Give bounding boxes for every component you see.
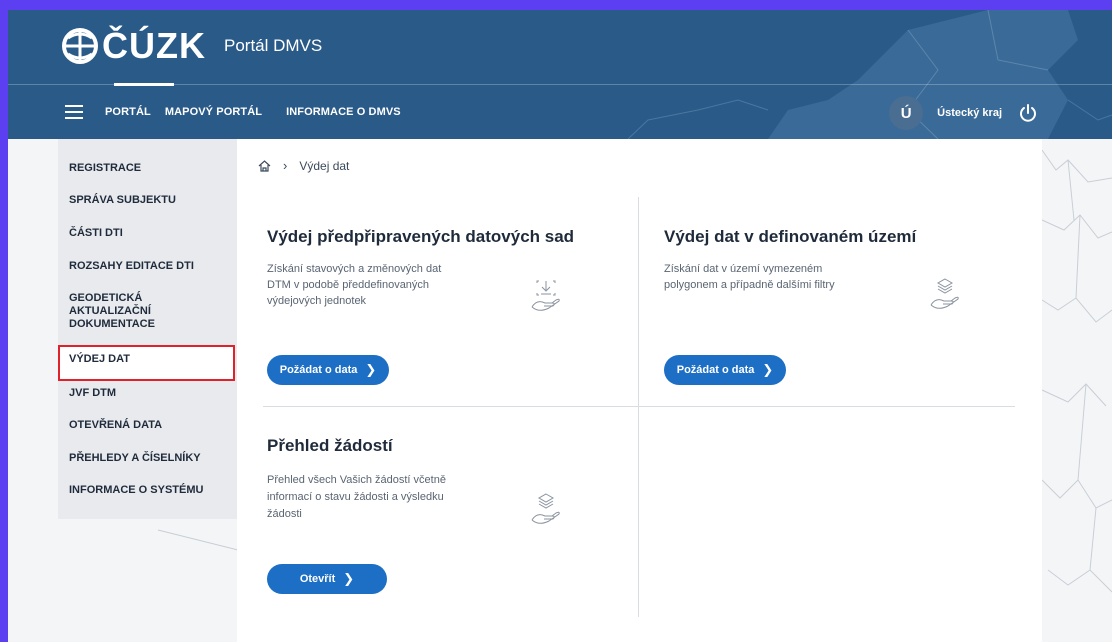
layers-hand-icon	[531, 493, 560, 524]
active-tab-indicator	[114, 83, 174, 86]
grid-divider-vertical	[638, 197, 639, 617]
sidebar: REGISTRACE SPRÁVA SUBJEKTU ČÁSTI DTI ROZ…	[58, 139, 237, 519]
sidebar-item-casti-dti[interactable]: ČÁSTI DTI	[69, 227, 229, 240]
card-description-line: polygonem a případně dalšími filtry	[664, 279, 835, 291]
card-prepared-datasets: Výdej předpřipravených datových sad Získ…	[267, 227, 617, 387]
download-hand-icon	[531, 280, 560, 311]
brand[interactable]: ČÚZK Portál DMVS	[60, 24, 322, 68]
chevron-right-icon: ❯	[343, 571, 355, 586]
hamburger-menu-icon[interactable]	[65, 105, 83, 119]
nav-portal[interactable]: PORTÁL	[105, 106, 151, 118]
card-description-line: informací o stavu žádosti a výsledku	[267, 491, 444, 503]
chevron-right-icon: ❯	[762, 362, 774, 377]
card-description-line: Získání dat v území vymezeném	[664, 263, 823, 275]
sidebar-item-geodeticka[interactable]: GEODETICKÁ AKTUALIZAČNÍ DOKUMENTACE	[69, 292, 189, 331]
open-requests-button[interactable]: Otevřít ❯	[267, 564, 387, 594]
main-nav: PORTÁL MAPOVÝ PORTÁL INFORMACE O DMVS	[65, 102, 425, 122]
card-title: Výdej dat v definovaném území	[664, 227, 917, 246]
region-label[interactable]: Ústecký kraj	[937, 107, 1002, 119]
logo-text: ČÚZK	[102, 25, 206, 66]
cuzk-emblem-icon	[62, 28, 98, 64]
card-description-line: DTM v podobě předdefinovaných	[267, 279, 430, 291]
card-title: Přehled žádostí	[267, 436, 393, 455]
button-label: Požádat o data	[279, 364, 358, 376]
grid-divider-horizontal	[263, 406, 1015, 407]
breadcrumb: › Výdej dat	[258, 158, 349, 173]
card-defined-area: Výdej dat v definovaném území Získání da…	[664, 227, 1014, 387]
home-icon[interactable]	[258, 159, 271, 172]
nav-dmvs-info[interactable]: INFORMACE O DMVS	[286, 106, 401, 118]
request-data-button[interactable]: Požádat o data ❯	[267, 355, 389, 385]
sidebar-item-informace-o-systemu[interactable]: INFORMACE O SYSTÉMU	[69, 484, 229, 497]
avatar[interactable]: Ú	[889, 96, 924, 130]
power-icon[interactable]	[1018, 103, 1038, 123]
chevron-right-icon: ›	[283, 158, 288, 173]
card-title: Výdej předpřipravených datových sad	[267, 227, 575, 246]
sidebar-item-jvf-dtm[interactable]: JVF DTM	[69, 387, 229, 400]
nav-map-portal[interactable]: MAPOVÝ PORTÁL	[165, 106, 262, 118]
card-description-line: výdejových jednotek	[267, 295, 367, 307]
sidebar-item-otevrena-data[interactable]: OTEVŘENÁ DATA	[69, 419, 229, 432]
sidebar-item-rozsahy-editace[interactable]: ROZSAHY EDITACE DTI	[69, 260, 229, 273]
button-label: Požádat o data	[676, 364, 755, 376]
app-window: ČÚZK Portál DMVS PORTÁL MAPOVÝ PORTÁL IN…	[8, 10, 1112, 642]
user-area: Ú Ústecký kraj	[889, 94, 1112, 132]
sidebar-item-vydej-dat[interactable]: VÝDEJ DAT	[58, 345, 235, 381]
card-requests-overview: Přehled žádostí Přehled všech Vašich žád…	[267, 436, 617, 601]
sidebar-item-sprava-subjektu[interactable]: SPRÁVA SUBJEKTU	[69, 194, 229, 207]
card-description-line: žádosti	[267, 508, 302, 520]
layers-hand-icon	[930, 278, 959, 309]
card-description-line: Získání stavových a změnových dat	[267, 263, 442, 275]
portal-title: Portál DMVS	[223, 36, 323, 55]
card-description-line: Přehled všech Vašich žádostí včetně	[267, 474, 446, 486]
chevron-right-icon: ❯	[365, 362, 377, 377]
breadcrumb-current: Výdej dat	[299, 158, 350, 173]
main-content: › Výdej dat Výdej předpřipravených datov…	[237, 139, 1042, 642]
button-label: Otevřít	[299, 573, 336, 585]
top-header: ČÚZK Portál DMVS PORTÁL MAPOVÝ PORTÁL IN…	[8, 10, 1112, 139]
request-area-data-button[interactable]: Požádat o data ❯	[664, 355, 786, 385]
sidebar-item-prehledy[interactable]: PŘEHLEDY A ČÍSELNÍKY	[69, 452, 229, 465]
sidebar-item-registrace[interactable]: REGISTRACE	[69, 162, 229, 175]
